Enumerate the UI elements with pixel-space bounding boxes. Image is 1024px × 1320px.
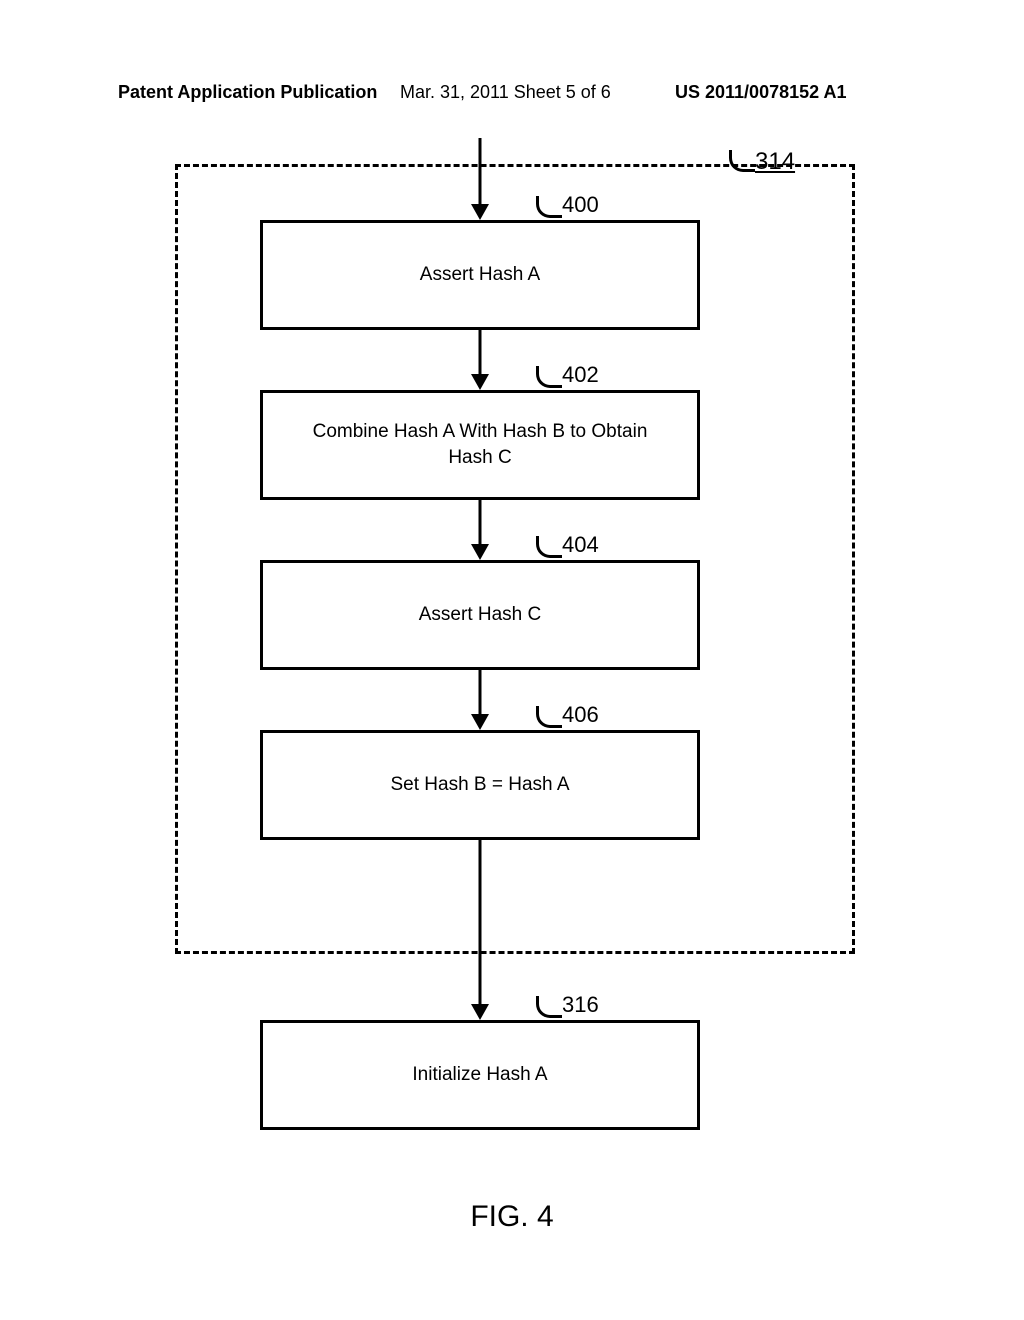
ref-label-404: 404 [562,532,599,558]
header-publication: Patent Application Publication [118,82,377,103]
step-text: Combine Hash A With Hash B to Obtain Has… [291,419,669,470]
figure-caption: FIG. 4 [0,1200,1024,1234]
flowchart-diagram: 314 Assert Hash A 400 Combine Hash A Wit… [0,150,1024,1250]
step-text: Initialize Hash A [412,1062,547,1088]
arrow-icon [475,670,485,730]
step-text: Set Hash B = Hash A [390,772,569,798]
step-assert-hash-c: Assert Hash C [260,560,700,670]
step-text: Assert Hash A [420,262,540,288]
ref-label-314: 314 [755,148,795,176]
header-date-sheet: Mar. 31, 2011 Sheet 5 of 6 [400,82,611,103]
step-text: Assert Hash C [419,602,541,628]
step-initialize-hash-a: Initialize Hash A [260,1020,700,1130]
arrow-icon [475,500,485,560]
ref-label-316: 316 [562,992,599,1018]
arrow-icon [475,138,485,220]
ref-label-402: 402 [562,362,599,388]
arrow-icon [475,840,485,1020]
arrow-icon [475,330,485,390]
step-combine-hash: Combine Hash A With Hash B to Obtain Has… [260,390,700,500]
header-pub-number: US 2011/0078152 A1 [675,82,846,103]
ref-label-400: 400 [562,192,599,218]
step-assert-hash-a: Assert Hash A [260,220,700,330]
ref-label-406: 406 [562,702,599,728]
leader-hook-icon [536,996,562,1018]
step-set-hash-b: Set Hash B = Hash A [260,730,700,840]
